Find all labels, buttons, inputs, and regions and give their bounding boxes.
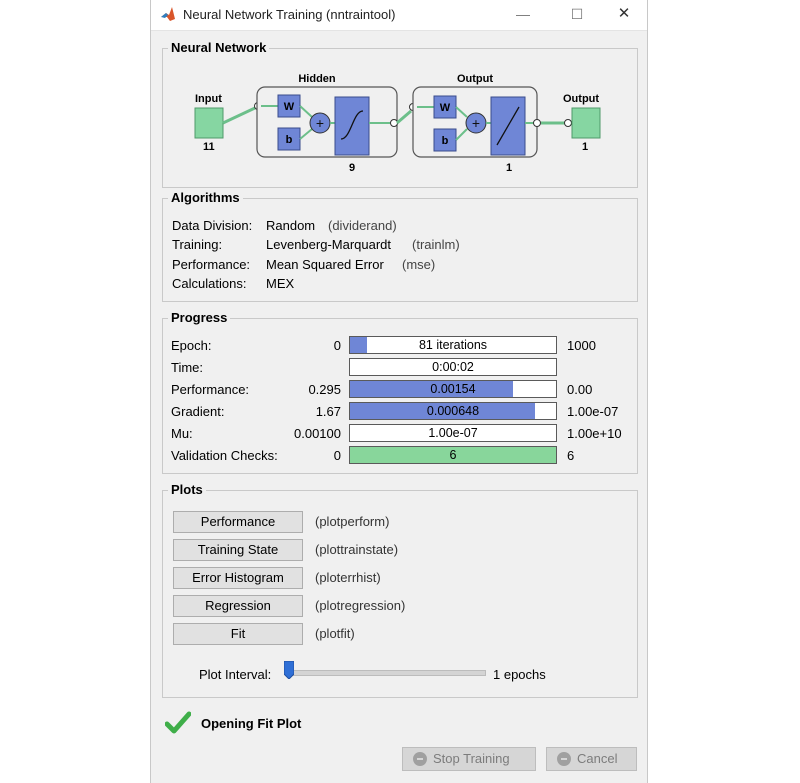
algorithm-function: (mse) <box>402 257 436 272</box>
final-output-node <box>564 119 572 127</box>
performance-progress-bar: 0.00154 <box>349 380 557 398</box>
progress-end-value: 0.00 <box>567 382 593 397</box>
hidden-output-node <box>390 119 398 127</box>
plot-function-label: (plotregression) <box>315 598 406 613</box>
cancel-button[interactable]: Cancel <box>546 747 637 771</box>
plot-function-label: (plottrainstate) <box>315 542 399 557</box>
bar-text: 1.00e-07 <box>428 426 478 440</box>
input-box <box>194 107 224 139</box>
plot-function-label: (plotperform) <box>315 514 390 529</box>
progress-start-value: 1.67 <box>315 404 341 419</box>
algorithm-value: Levenberg-Marquardt <box>266 237 392 252</box>
progress-start-value: 0 <box>333 338 341 353</box>
progress-end-value: 1000 <box>567 338 596 353</box>
validation-checks-progress-bar: 6 <box>349 446 557 464</box>
algorithms-group: Algorithms Data Division: Random (divide… <box>162 190 638 302</box>
output-box <box>571 107 601 139</box>
bar-text: 0.000648 <box>426 404 480 418</box>
algorithms-title: Algorithms <box>168 190 243 205</box>
network-diagram: Input 11 Hidden W b + 9 Output W b + 1 O… <box>194 73 601 174</box>
algorithm-function: (trainlm) <box>412 237 460 252</box>
output-size: 1 <box>582 141 588 153</box>
stop-training-label: Stop Training <box>433 751 510 766</box>
progress-end-value: 1.00e-07 <box>567 404 619 419</box>
input-size: 11 <box>203 141 215 153</box>
progress-start-value: 0.295 <box>308 382 341 397</box>
checkmark-icon <box>165 711 191 734</box>
status-text: Opening Fit Plot <box>201 716 302 731</box>
hidden-bias-symbol: b <box>286 134 293 146</box>
progress-end-value: 1.00e+10 <box>567 426 622 441</box>
output-weight-symbol: W <box>440 102 451 114</box>
output-label: Output <box>563 93 599 105</box>
performance-plot-button[interactable]: Performance <box>173 511 303 533</box>
title-bar[interactable]: Neural Network Training (nntraintool) — … <box>151 0 647 31</box>
algorithm-label: Performance: <box>172 257 251 272</box>
plot-interval-value: 1 epochs <box>493 667 546 682</box>
epoch-progress-bar: 81 iterations <box>349 336 557 354</box>
close-button[interactable]: ✕ <box>604 4 644 26</box>
input-connection <box>222 106 256 125</box>
algorithm-function: (dividerand) <box>328 218 397 233</box>
output-layer-label: Output <box>457 73 493 85</box>
stop-training-button[interactable]: Stop Training <box>402 747 536 771</box>
plot-function-label: (ploterrhist) <box>315 570 381 585</box>
window-title: Neural Network Training (nntraintool) <box>183 7 396 22</box>
progress-label: Time: <box>171 360 204 375</box>
hidden-sum-symbol: + <box>316 115 324 131</box>
progress-group: Progress Epoch: 0 81 iterations 1000 Tim… <box>162 310 638 474</box>
mu-progress-bar: 1.00e-07 <box>349 424 557 442</box>
hidden-label: Hidden <box>298 73 336 85</box>
progress-label: Mu: <box>171 426 193 441</box>
progress-start-value: 0.00100 <box>294 426 341 441</box>
algorithm-label: Calculations: <box>172 276 247 291</box>
output-layer-output-node <box>533 119 541 127</box>
error-histogram-plot-button[interactable]: Error Histogram <box>173 567 303 589</box>
hidden-size: 9 <box>349 162 355 174</box>
plot-interval-slider-thumb[interactable] <box>283 660 295 680</box>
maximize-button[interactable]: ☐ <box>557 4 597 26</box>
training-state-plot-button[interactable]: Training State <box>173 539 303 561</box>
input-label: Input <box>195 93 222 105</box>
progress-label: Gradient: <box>171 404 225 419</box>
algorithm-value: MEX <box>266 276 295 291</box>
algorithm-value: Mean Squared Error <box>266 257 384 272</box>
bar-text: 6 <box>449 448 457 462</box>
plot-interval-label: Plot Interval: <box>199 667 272 682</box>
bar-text: 81 iterations <box>418 338 488 352</box>
progress-start-value: 0 <box>333 448 341 463</box>
bar-text: 0.00154 <box>430 382 476 396</box>
gradient-progress-bar: 0.000648 <box>349 402 557 420</box>
cancel-icon <box>557 751 571 766</box>
algorithm-value: Random <box>266 218 316 233</box>
plot-interval-slider-track[interactable] <box>288 670 486 676</box>
cancel-label: Cancel <box>577 751 618 766</box>
stop-icon <box>413 751 427 766</box>
nntraintool-window: Neural Network Training (nntraintool) — … <box>150 0 648 783</box>
matlab-logo-icon <box>161 7 175 21</box>
hidden-to-output-connection <box>396 109 412 125</box>
fit-plot-button[interactable]: Fit <box>173 623 303 645</box>
progress-title: Progress <box>168 310 231 325</box>
regression-plot-button[interactable]: Regression <box>173 595 303 617</box>
progress-label: Epoch: <box>171 338 212 353</box>
neural-network-group: Neural Network Input 11 Hidden W b + 9 O… <box>162 40 638 188</box>
progress-label: Performance: <box>171 382 250 397</box>
output-bias-symbol: b <box>442 135 449 147</box>
output-layer-size: 1 <box>506 162 512 174</box>
progress-end-value: 6 <box>567 448 575 463</box>
minimize-button[interactable]: — <box>503 4 543 26</box>
hidden-weight-symbol: W <box>284 101 295 113</box>
bar-text: 0:00:02 <box>432 360 474 374</box>
time-progress-bar: 0:00:02 <box>349 358 557 376</box>
algorithm-label: Training: <box>172 237 223 252</box>
plots-group: Plots Performance (plotperform) Training… <box>162 482 638 698</box>
algorithm-label: Data Division: <box>172 218 253 233</box>
output-sum-symbol: + <box>472 115 480 131</box>
plots-title: Plots <box>168 482 206 497</box>
plot-function-label: (plotfit) <box>315 626 355 641</box>
